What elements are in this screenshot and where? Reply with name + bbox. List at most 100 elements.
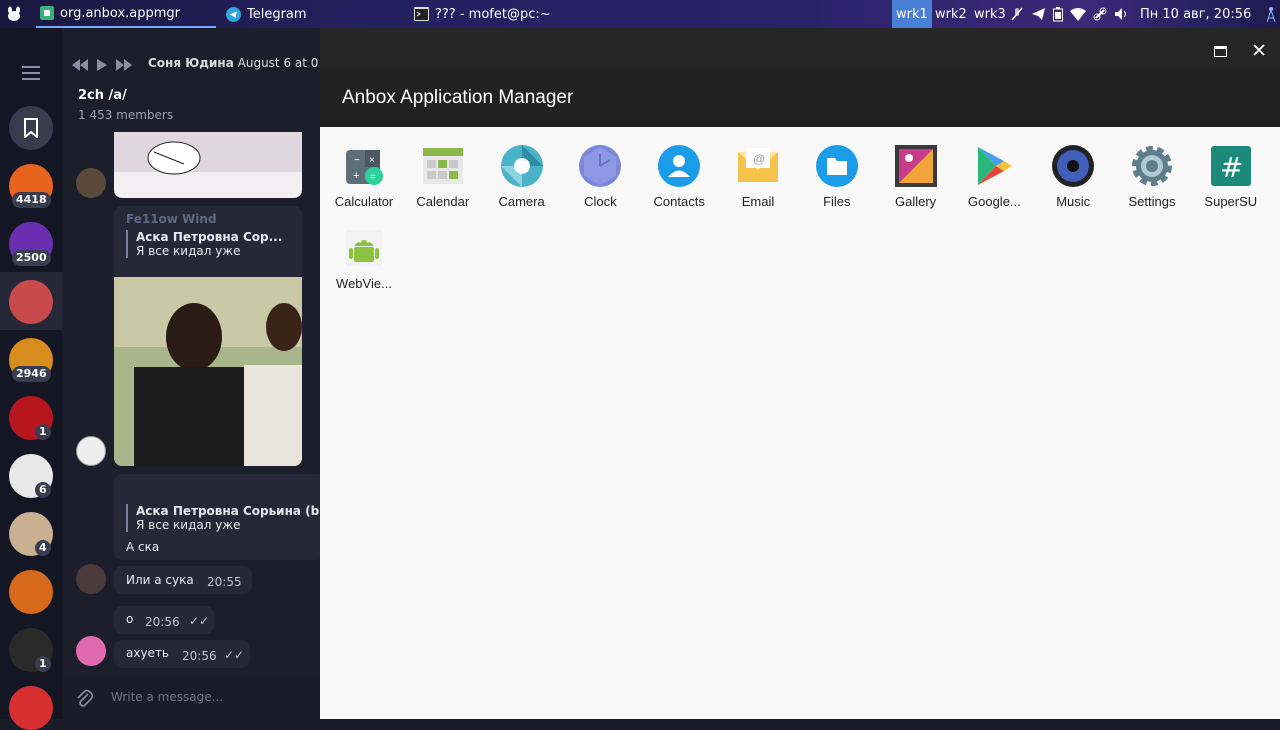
clock-icon	[578, 144, 622, 188]
avatar[interactable]	[76, 168, 106, 198]
saved-messages-button[interactable]	[9, 106, 53, 150]
chat-title[interactable]: 2ch /a/	[78, 88, 127, 103]
photo[interactable]	[114, 277, 302, 466]
app-label: WebVie...	[336, 276, 392, 291]
app-calculator[interactable]: − × + = Calculator	[324, 144, 404, 209]
volume-icon[interactable]	[1114, 7, 1129, 21]
chat-list-item[interactable]	[9, 570, 53, 614]
quote-author: Аска Петровна Сорьина (b	[136, 504, 320, 518]
email-icon: @	[736, 144, 780, 188]
task-telegram[interactable]: Telegram	[226, 0, 307, 28]
message-text: Или а сука	[126, 573, 194, 587]
maximize-icon[interactable]	[1214, 42, 1227, 61]
chat-list-item[interactable]	[9, 280, 53, 324]
message-author[interactable]: Fe11ow Wind	[126, 212, 217, 226]
task-label: ??? - mofet@pc:~	[435, 6, 551, 22]
app-files[interactable]: Files	[797, 144, 877, 209]
play-icon[interactable]	[96, 56, 108, 75]
chat-header: Соня Юдина August 6 at 0 2ch /a/ 1 453 m…	[62, 28, 320, 132]
network-antenna-icon[interactable]	[1264, 6, 1278, 22]
message[interactable]: о 20:56 ✓✓	[114, 606, 214, 634]
app-label: SuperSU	[1204, 194, 1258, 209]
message-text: А ска	[126, 540, 160, 554]
workspace-wrk2[interactable]: wrk2	[931, 0, 971, 28]
workspace-wrk1[interactable]: wrk1	[892, 0, 932, 28]
quote-author: Аска Петровна Сор...	[136, 230, 283, 244]
menu-icon[interactable]	[22, 66, 40, 80]
attach-icon[interactable]	[74, 688, 94, 712]
svg-text:−: −	[354, 155, 360, 166]
chat-members: 1 453 members	[78, 108, 174, 122]
app-settings[interactable]: Settings	[1112, 144, 1192, 209]
link-icon[interactable]	[1093, 7, 1107, 21]
avatar[interactable]	[76, 564, 106, 594]
app-label: Email	[741, 194, 775, 209]
message-reply-photo[interactable]: Fe11ow Wind Аска Петровна Сор... Я все к…	[114, 206, 302, 466]
quote-text: Я все кидал уже	[136, 518, 241, 532]
message-time: 20:56	[145, 615, 180, 629]
app-clock[interactable]: Clock	[560, 144, 640, 209]
app-label: Settings	[1128, 194, 1176, 209]
unread-badge: 6	[35, 482, 51, 498]
task-anbox[interactable]: org.anbox.appmgr	[36, 0, 216, 28]
unread-badge: 4	[35, 540, 51, 556]
svg-text:+: +	[353, 170, 359, 182]
avatar[interactable]	[76, 436, 106, 466]
telegram-tray-icon[interactable]	[1031, 7, 1046, 21]
avatar[interactable]	[76, 636, 106, 666]
svg-text:×: ×	[369, 155, 375, 166]
workspace-wrk3[interactable]: wrk3	[970, 0, 1010, 28]
message-reply[interactable]: Аска Петровна Сорьина (b Я все кидал уже…	[114, 474, 320, 560]
app-webvie[interactable]: WebVie...	[324, 226, 404, 291]
music-icon	[1051, 144, 1095, 188]
app-supersu[interactable]: # SuperSU	[1191, 144, 1271, 209]
mic-muted-icon[interactable]	[1010, 7, 1024, 21]
app-calendar[interactable]: Calendar	[403, 144, 483, 209]
settings-icon	[1130, 144, 1174, 188]
now-playing-sender: Соня Юдина	[148, 56, 234, 70]
message[interactable]: ахуеть 20:56 ✓✓	[114, 640, 250, 668]
unread-badge: 2500	[12, 250, 51, 266]
chat-list-item[interactable]	[9, 686, 53, 730]
task-terminal[interactable]: ??? - mofet@pc:~	[414, 0, 551, 28]
close-icon[interactable]	[1253, 41, 1265, 60]
message-time: 20:56	[182, 649, 217, 663]
forward-icon[interactable]	[116, 56, 132, 75]
wifi-icon[interactable]	[1070, 7, 1086, 21]
now-playing[interactable]: Соня Юдина August 6 at 0	[148, 56, 318, 70]
composer: Write a message...	[62, 676, 320, 719]
app-gallery[interactable]: Gallery	[876, 144, 956, 209]
clock[interactable]: Пн 10 авг, 20:56	[1140, 7, 1251, 22]
app-label: Calendar	[416, 194, 470, 209]
app-google[interactable]: Google...	[954, 144, 1034, 209]
app-label: Music	[1056, 194, 1091, 209]
svg-text:=: =	[370, 172, 376, 183]
rewind-icon[interactable]	[72, 56, 88, 75]
task-label: Telegram	[247, 6, 307, 22]
unread-badge: 1	[35, 424, 51, 440]
anbox-window: Anbox Application Manager − × + = Calculator…	[320, 28, 1280, 719]
app-camera[interactable]: Camera	[482, 144, 562, 209]
files-icon	[815, 144, 859, 188]
taskbar: org.anbox.appmgr Telegram ??? - mofet@pc…	[0, 0, 1280, 28]
calculator-icon: − × + =	[342, 144, 386, 188]
sticker-image[interactable]	[114, 132, 302, 198]
message[interactable]: Или а сука 20:55	[114, 566, 252, 594]
calendar-icon	[421, 144, 465, 188]
supersu-icon: #	[1209, 144, 1253, 188]
app-email[interactable]: @ Email	[718, 144, 798, 209]
message-input[interactable]: Write a message...	[111, 690, 223, 704]
app-contacts[interactable]: Contacts	[639, 144, 719, 209]
terminal-task-icon	[414, 7, 429, 21]
anbox-task-icon	[40, 6, 54, 20]
app-title: Anbox Application Manager	[320, 68, 1280, 127]
player-controls	[72, 56, 132, 75]
unread-badge: 4418	[12, 192, 51, 208]
unread-badge: 1	[35, 656, 51, 672]
app-menu-icon[interactable]	[6, 0, 22, 28]
battery-icon[interactable]	[1053, 6, 1063, 22]
chat-pane: Соня Юдина August 6 at 0 2ch /a/ 1 453 m…	[62, 28, 320, 719]
play-store-icon	[972, 144, 1016, 188]
app-music[interactable]: Music	[1033, 144, 1113, 209]
contacts-icon	[657, 144, 701, 188]
